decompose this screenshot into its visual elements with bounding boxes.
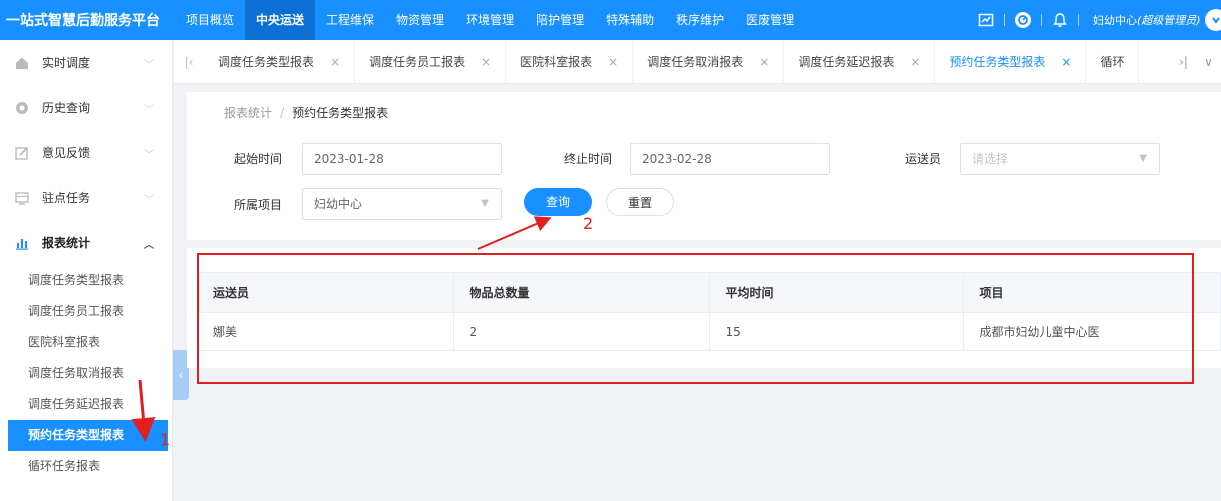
annotation-step-2: 2 — [583, 214, 594, 233]
annotation-arrow-2 — [477, 216, 552, 250]
annotation-arrow-1 — [131, 379, 156, 442]
annotation-step-1: 1 — [160, 430, 171, 449]
annotation-arrows — [131, 216, 552, 442]
